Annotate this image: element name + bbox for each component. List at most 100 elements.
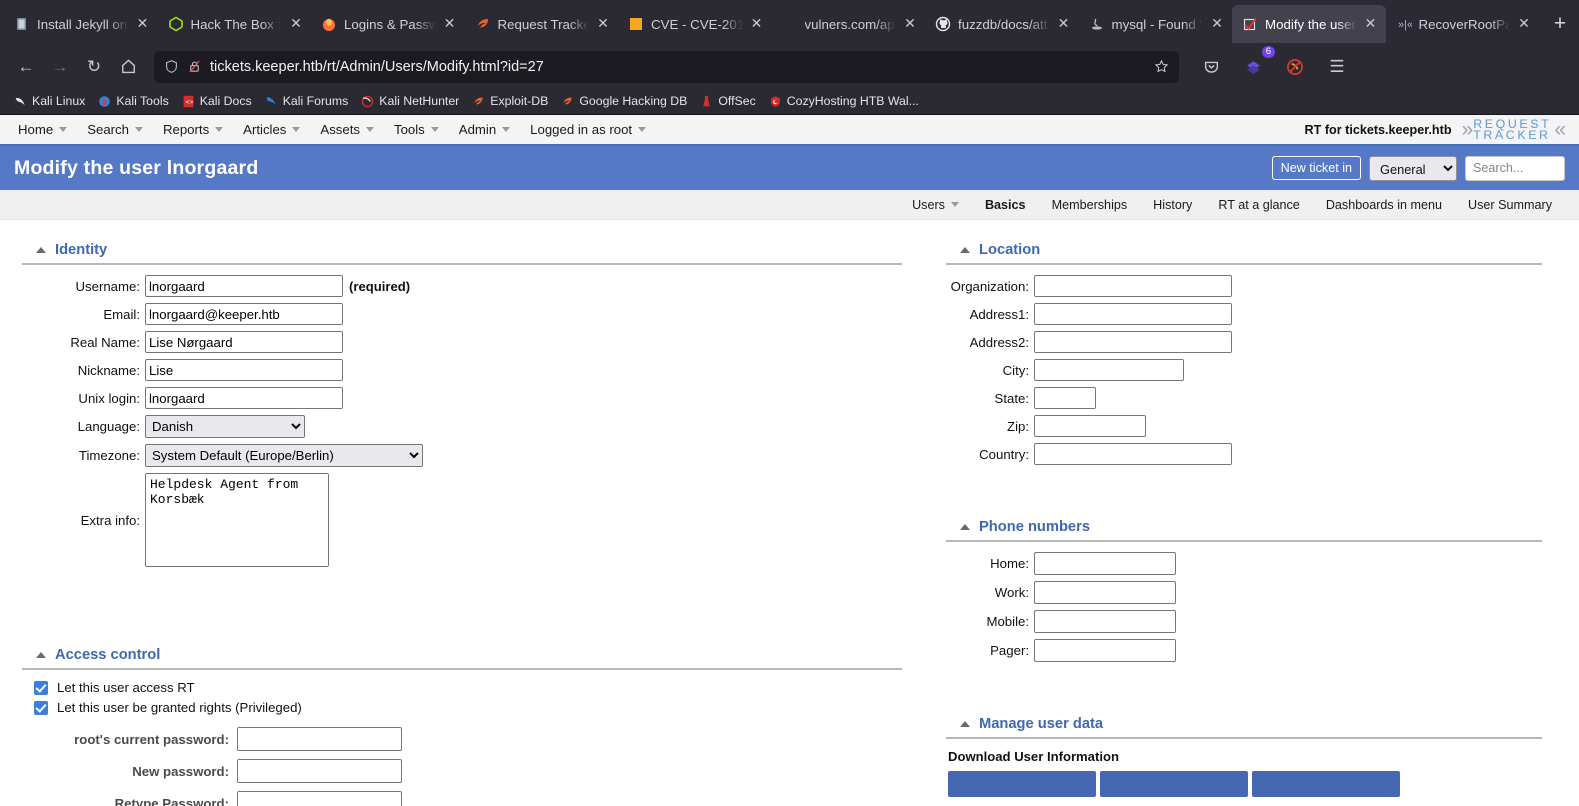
username-input[interactable] xyxy=(145,275,343,297)
close-icon[interactable]: ✕ xyxy=(289,16,303,31)
reload-button[interactable]: ↻ xyxy=(78,51,110,83)
bookmark-cozyhosting-htb-wal[interactable]: CozyHosting HTB Wal... xyxy=(763,92,925,110)
browser-tab[interactable]: Logins & Passw ✕ xyxy=(311,5,465,43)
menu-item-tools[interactable]: Tools xyxy=(388,115,453,145)
back-button[interactable]: ← xyxy=(10,51,42,83)
unix-login-input[interactable] xyxy=(145,387,343,409)
checkbox-row-privileged[interactable]: Let this user be granted rights (Privile… xyxy=(22,700,902,715)
language-select[interactable]: Danish xyxy=(145,415,305,438)
browser-tab[interactable]: mysql - Found '0 ✕ xyxy=(1079,5,1233,43)
location-section-header[interactable]: Location xyxy=(946,236,1542,263)
menu-item-search[interactable]: Search xyxy=(81,115,157,145)
manage-user-data-section-header[interactable]: Manage user data xyxy=(946,710,1542,737)
menu-item-home[interactable]: Home xyxy=(12,115,81,145)
home-phone-input[interactable] xyxy=(1034,552,1176,575)
tab-history[interactable]: History xyxy=(1140,198,1205,212)
browser-tab[interactable]: Hack The Box :: ✕ xyxy=(158,5,312,43)
ublock-origin-icon[interactable] xyxy=(1279,51,1311,83)
browser-tab[interactable]: »|« RecoverRootPa ✕ xyxy=(1386,5,1540,43)
download-button-3[interactable] xyxy=(1252,771,1400,797)
menu-item-assets[interactable]: Assets xyxy=(314,115,388,145)
browser-tab[interactable]: fuzzdb/docs/att ✕ xyxy=(925,5,1079,43)
browser-tab[interactable]: vulners.com/api/v3 ✕ xyxy=(772,5,926,43)
tab-basics[interactable]: Basics xyxy=(972,198,1039,212)
nickname-input[interactable] xyxy=(145,359,343,381)
checkbox-row-access-rt[interactable]: Let this user access RT xyxy=(22,680,902,695)
tab-dashboards-in-menu[interactable]: Dashboards in menu xyxy=(1313,198,1455,212)
menu-item-admin[interactable]: Admin xyxy=(453,115,524,145)
extension-downloads-icon[interactable]: 6 xyxy=(1237,45,1275,83)
extra-info-textarea[interactable] xyxy=(145,473,329,567)
forward-button[interactable]: → xyxy=(44,51,76,83)
chevron-up-icon[interactable] xyxy=(36,247,46,253)
close-icon[interactable]: ✕ xyxy=(443,16,457,31)
download-button-1[interactable] xyxy=(948,771,1096,797)
retype-password-input[interactable] xyxy=(237,791,402,806)
close-icon[interactable]: ✕ xyxy=(596,16,610,31)
pocket-save-icon[interactable] xyxy=(1195,51,1227,83)
lock-crossed-icon[interactable] xyxy=(187,59,202,74)
browser-tab[interactable]: Install Jekyll on ✕ xyxy=(4,5,158,43)
chevron-up-icon[interactable] xyxy=(960,247,970,253)
country-input[interactable] xyxy=(1034,443,1232,465)
chevron-up-icon[interactable] xyxy=(960,524,970,530)
bookmark-kali-nethunter[interactable]: Kali NetHunter xyxy=(355,92,465,110)
search-input[interactable] xyxy=(1465,155,1565,181)
menu-item-logged-in-as-root[interactable]: Logged in as root xyxy=(524,115,660,145)
close-icon[interactable]: ✕ xyxy=(750,16,764,31)
browser-tab[interactable]: Request Tracker ✕ xyxy=(465,5,619,43)
address1-input[interactable] xyxy=(1034,303,1232,325)
access-control-section-header[interactable]: Access control xyxy=(22,641,902,668)
close-icon[interactable]: ✕ xyxy=(1210,16,1224,31)
chevron-up-icon[interactable] xyxy=(960,721,970,727)
close-icon[interactable]: ✕ xyxy=(903,16,917,31)
tab-users[interactable]: Users xyxy=(899,198,972,212)
shield-icon[interactable] xyxy=(164,59,179,74)
download-button-2[interactable] xyxy=(1100,771,1248,797)
close-icon[interactable]: ✕ xyxy=(1364,16,1378,31)
identity-section-header[interactable]: Identity xyxy=(22,236,902,263)
new-password-input[interactable] xyxy=(237,759,402,783)
chevron-left-decor-icon: « xyxy=(1554,118,1566,141)
mobile-phone-input[interactable] xyxy=(1034,610,1176,633)
close-icon[interactable]: ✕ xyxy=(1517,16,1531,31)
email-input[interactable] xyxy=(145,303,343,325)
tab-rt-at-a-glance[interactable]: RT at a glance xyxy=(1205,198,1312,212)
address-bar[interactable]: tickets.keeper.htb/rt/Admin/Users/Modify… xyxy=(154,50,1179,83)
tab-memberships[interactable]: Memberships xyxy=(1039,198,1141,212)
new-tab-button[interactable]: + xyxy=(1545,10,1575,40)
menu-item-reports[interactable]: Reports xyxy=(157,115,237,145)
current-password-input[interactable] xyxy=(237,727,402,751)
chevron-up-icon[interactable] xyxy=(36,652,46,658)
bookmark-kali-docs[interactable]: <> Kali Docs xyxy=(176,92,258,110)
zip-input[interactable] xyxy=(1034,415,1146,437)
menu-item-articles[interactable]: Articles xyxy=(237,115,314,145)
tab-user-summary[interactable]: User Summary xyxy=(1455,198,1565,212)
phone-numbers-section-header[interactable]: Phone numbers xyxy=(946,513,1542,540)
bookmark-offsec[interactable]: OffSec xyxy=(694,92,761,110)
bookmark-kali-tools[interactable]: Kali Tools xyxy=(92,92,174,110)
organization-input[interactable] xyxy=(1034,275,1232,297)
new-ticket-button[interactable]: New ticket in xyxy=(1271,156,1361,180)
close-icon[interactable]: ✕ xyxy=(136,16,150,31)
let-user-be-granted-rights-checkbox[interactable] xyxy=(34,700,48,715)
real-name-input[interactable] xyxy=(145,331,343,353)
close-icon[interactable]: ✕ xyxy=(1057,16,1071,31)
home-button[interactable] xyxy=(112,51,144,83)
bookmark-google-hacking-db[interactable]: Google Hacking DB xyxy=(555,92,693,110)
queue-select[interactable]: General xyxy=(1369,155,1457,181)
state-input[interactable] xyxy=(1034,387,1096,409)
browser-tab-active[interactable]: Modify the user ✕ xyxy=(1232,5,1386,43)
timezone-select[interactable]: System Default (Europe/Berlin) xyxy=(145,444,423,467)
address2-input[interactable] xyxy=(1034,331,1232,353)
let-user-access-rt-checkbox[interactable] xyxy=(34,680,48,695)
bookmark-kali-forums[interactable]: Kali Forums xyxy=(259,92,355,110)
work-phone-input[interactable] xyxy=(1034,581,1176,604)
pager-input[interactable] xyxy=(1034,639,1176,662)
city-input[interactable] xyxy=(1034,359,1184,381)
app-menu-icon[interactable]: ☰ xyxy=(1321,51,1353,83)
browser-tab[interactable]: CVE - CVE-2017- ✕ xyxy=(618,5,772,43)
bookmark-kali-linux[interactable]: Kali Linux xyxy=(8,92,91,110)
bookmark-exploit-db[interactable]: Exploit-DB xyxy=(466,92,554,110)
star-outline-icon[interactable] xyxy=(1154,59,1169,74)
